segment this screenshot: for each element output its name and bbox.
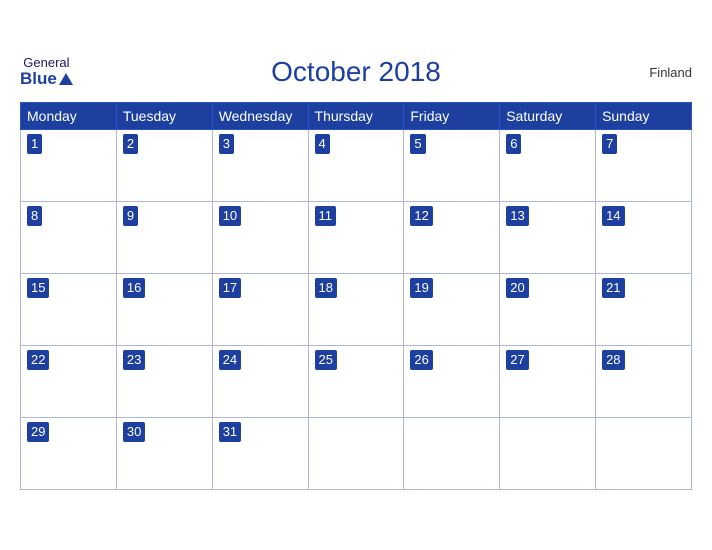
day-number: 27	[506, 350, 528, 370]
day-number: 23	[123, 350, 145, 370]
calendar-table: MondayTuesdayWednesdayThursdayFridaySatu…	[20, 102, 692, 490]
calendar-cell: 26	[404, 346, 500, 418]
day-number: 7	[602, 134, 617, 154]
calendar-cell	[596, 418, 692, 490]
weekday-header-row: MondayTuesdayWednesdayThursdayFridaySatu…	[21, 103, 692, 130]
calendar-wrapper: General Blue October 2018 Finland Monday…	[0, 40, 712, 510]
day-number: 19	[410, 278, 432, 298]
calendar-cell: 2	[116, 130, 212, 202]
calendar-header: General Blue October 2018 Finland	[20, 50, 692, 94]
day-number: 14	[602, 206, 624, 226]
calendar-cell: 24	[212, 346, 308, 418]
weekday-header-sunday: Sunday	[596, 103, 692, 130]
calendar-cell: 29	[21, 418, 117, 490]
day-number: 2	[123, 134, 138, 154]
day-number: 26	[410, 350, 432, 370]
calendar-cell: 21	[596, 274, 692, 346]
calendar-cell: 25	[308, 346, 404, 418]
calendar-week-row-3: 15 16 17 18 19 20 21	[21, 274, 692, 346]
calendar-cell: 18	[308, 274, 404, 346]
calendar-title: October 2018	[271, 56, 441, 88]
calendar-cell: 28	[596, 346, 692, 418]
calendar-cell: 6	[500, 130, 596, 202]
weekday-header-monday: Monday	[21, 103, 117, 130]
day-number: 17	[219, 278, 241, 298]
day-number: 6	[506, 134, 521, 154]
weekday-header-friday: Friday	[404, 103, 500, 130]
calendar-cell: 19	[404, 274, 500, 346]
weekday-header-saturday: Saturday	[500, 103, 596, 130]
calendar-cell: 16	[116, 274, 212, 346]
calendar-cell: 20	[500, 274, 596, 346]
calendar-week-row-1: 1 2 3 4 5 6 7	[21, 130, 692, 202]
day-number: 15	[27, 278, 49, 298]
day-number: 20	[506, 278, 528, 298]
calendar-cell: 3	[212, 130, 308, 202]
calendar-cell: 13	[500, 202, 596, 274]
calendar-week-row-4: 22 23 24 25 26 27 28	[21, 346, 692, 418]
calendar-cell: 8	[21, 202, 117, 274]
day-number: 4	[315, 134, 330, 154]
day-number: 21	[602, 278, 624, 298]
day-number: 10	[219, 206, 241, 226]
weekday-header-wednesday: Wednesday	[212, 103, 308, 130]
logo-blue-text: Blue	[20, 70, 57, 89]
day-number: 9	[123, 206, 138, 226]
day-number: 22	[27, 350, 49, 370]
calendar-cell: 17	[212, 274, 308, 346]
logo-triangle-icon	[59, 73, 73, 85]
calendar-cell: 14	[596, 202, 692, 274]
calendar-cell	[308, 418, 404, 490]
calendar-cell: 12	[404, 202, 500, 274]
logo-general-text: General	[23, 56, 69, 70]
country-label: Finland	[649, 65, 692, 80]
day-number: 3	[219, 134, 234, 154]
calendar-week-row-5: 29 30 31	[21, 418, 692, 490]
day-number: 24	[219, 350, 241, 370]
day-number: 11	[315, 206, 337, 226]
day-number: 16	[123, 278, 145, 298]
weekday-header-thursday: Thursday	[308, 103, 404, 130]
day-number: 13	[506, 206, 528, 226]
weekday-header-tuesday: Tuesday	[116, 103, 212, 130]
day-number: 29	[27, 422, 49, 442]
day-number: 5	[410, 134, 425, 154]
calendar-cell: 1	[21, 130, 117, 202]
logo-area: General Blue	[20, 56, 73, 89]
calendar-cell	[500, 418, 596, 490]
calendar-cell: 7	[596, 130, 692, 202]
day-number: 31	[219, 422, 241, 442]
calendar-cell: 11	[308, 202, 404, 274]
calendar-cell: 5	[404, 130, 500, 202]
calendar-cell: 30	[116, 418, 212, 490]
calendar-cell: 23	[116, 346, 212, 418]
day-number: 18	[315, 278, 337, 298]
day-number: 25	[315, 350, 337, 370]
calendar-cell: 22	[21, 346, 117, 418]
calendar-week-row-2: 8 9 10 11 12 13 14	[21, 202, 692, 274]
calendar-cell: 9	[116, 202, 212, 274]
calendar-cell: 10	[212, 202, 308, 274]
day-number: 28	[602, 350, 624, 370]
calendar-cell: 31	[212, 418, 308, 490]
day-number: 8	[27, 206, 42, 226]
calendar-cell: 27	[500, 346, 596, 418]
day-number: 12	[410, 206, 432, 226]
calendar-cell	[404, 418, 500, 490]
day-number: 1	[27, 134, 42, 154]
calendar-cell: 4	[308, 130, 404, 202]
calendar-cell: 15	[21, 274, 117, 346]
day-number: 30	[123, 422, 145, 442]
